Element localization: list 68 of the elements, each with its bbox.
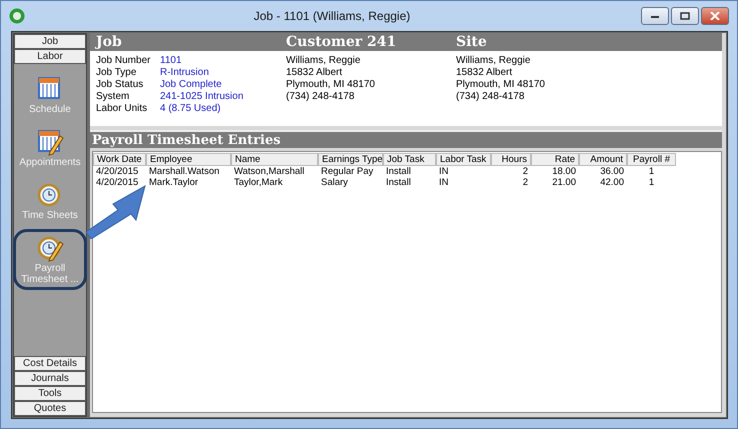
column-header[interactable]: Employee xyxy=(146,152,231,166)
table-cell-text: 42.00 xyxy=(599,177,625,188)
customer-detail: Williams, Reggie xyxy=(286,54,360,66)
table-cell-text: 18.00 xyxy=(551,166,577,177)
sidebar-tab[interactable]: Journals xyxy=(14,371,86,386)
site-detail: Williams, Reggie xyxy=(456,54,530,66)
customer-detail: 15832 Albert xyxy=(286,66,342,78)
table-cell-text: Install xyxy=(385,177,412,188)
table-cell-text: Install xyxy=(385,166,412,177)
section-heading: Site xyxy=(455,34,488,50)
field-label: System xyxy=(96,90,130,102)
field-value: 4 (8.75 Used) xyxy=(160,102,221,114)
sidebar-tab[interactable]: Tools xyxy=(14,386,86,401)
table-cell-text: 1 xyxy=(648,166,656,177)
maximize-icon xyxy=(680,12,690,20)
table-cell-text: IN xyxy=(438,177,450,188)
field-value: Job Complete xyxy=(160,78,222,90)
field-label: Job Number xyxy=(96,54,152,66)
table-cell-text: Watson,Marshall xyxy=(233,166,306,177)
column-header[interactable]: Rate xyxy=(531,152,579,166)
site-detail: 15832 Albert xyxy=(456,66,512,78)
section-heading: Job xyxy=(94,34,123,50)
table-cell-text: Regular Pay xyxy=(320,166,374,177)
site-detail: (734) 248-4178 xyxy=(456,90,524,102)
maximize-button[interactable] xyxy=(671,7,699,25)
table-cell-text: 36.00 xyxy=(599,166,625,177)
table-cell-text: 1 xyxy=(648,177,656,188)
section-heading: Customer 241 xyxy=(285,34,398,50)
column-header[interactable]: Name xyxy=(231,152,318,166)
field-value: 1101 xyxy=(160,54,182,66)
app-logo-icon xyxy=(9,8,25,24)
minimize-button[interactable] xyxy=(641,7,669,25)
field-value: 241-1025 Intrusion xyxy=(160,90,244,102)
section-title: Payroll Timesheet Entries xyxy=(91,132,281,148)
field-label: Job Type xyxy=(96,66,138,78)
table-cell-text: Marshall.Watson xyxy=(148,166,220,177)
sidebar-tab[interactable]: Quotes xyxy=(14,401,86,416)
table-cell-text: 4/20/2015 xyxy=(95,177,140,188)
table-cell-text: 21.00 xyxy=(551,177,577,188)
column-header[interactable]: Labor Task xyxy=(436,152,491,166)
window-title: Job - 1101 (Williams, Reggie) xyxy=(252,9,412,23)
sidebar-tab[interactable]: Job xyxy=(14,34,86,49)
table-cell-text: 2 xyxy=(522,166,529,177)
column-header[interactable]: Job Task xyxy=(383,152,436,166)
column-header[interactable]: Hours xyxy=(491,152,531,166)
sidebar-tab[interactable]: Labor xyxy=(14,49,86,64)
clock-pencil-icon xyxy=(36,234,64,262)
column-header[interactable]: Earnings Type xyxy=(318,152,383,166)
field-value: R-Intrusion xyxy=(160,66,209,78)
field-label: Job Status xyxy=(96,78,144,90)
field-label: Labor Units xyxy=(96,102,148,114)
sidebar-tab[interactable]: Cost Details xyxy=(14,356,86,371)
minimize-icon xyxy=(650,13,660,19)
close-button[interactable] xyxy=(701,7,729,25)
table-cell-text: Salary xyxy=(320,177,349,188)
table-cell-text: Mark.Taylor xyxy=(148,177,200,188)
table-cell-text: IN xyxy=(438,166,450,177)
column-header[interactable]: Amount xyxy=(579,152,627,166)
column-header[interactable]: Work Date xyxy=(93,152,146,166)
column-header[interactable]: Payroll # xyxy=(627,152,676,166)
table-cell-text: 2 xyxy=(522,177,529,188)
customer-detail: Plymouth, MI 48170 xyxy=(286,78,375,90)
table-cell-text: Taylor,Mark xyxy=(233,177,284,188)
site-detail: Plymouth, MI 48170 xyxy=(456,78,545,90)
close-icon xyxy=(710,12,720,20)
table-cell-text: 4/20/2015 xyxy=(95,166,140,177)
customer-detail: (734) 248-4178 xyxy=(286,90,354,102)
callout-arrow xyxy=(85,185,147,239)
